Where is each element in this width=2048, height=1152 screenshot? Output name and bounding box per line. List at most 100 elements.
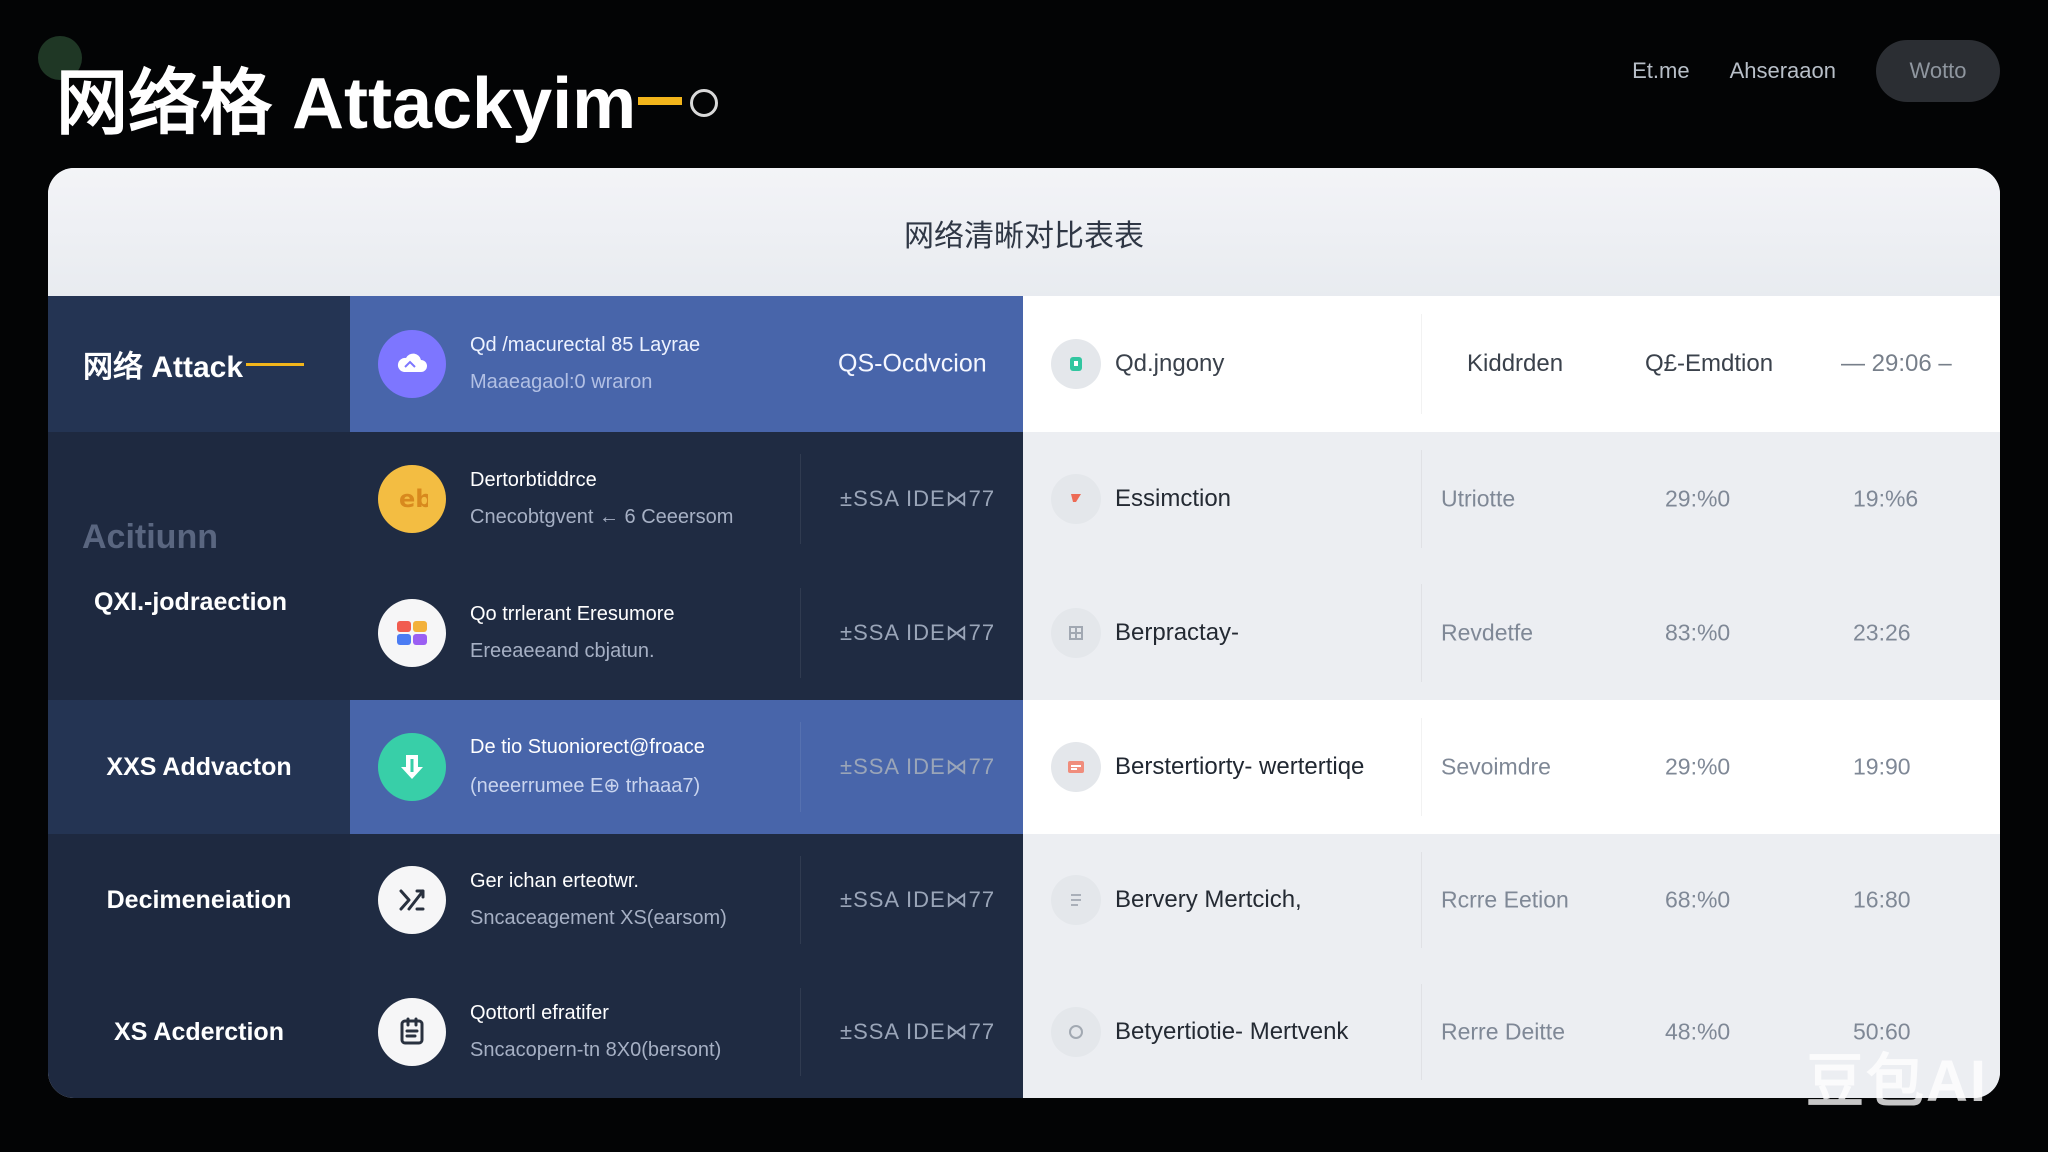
comparison-metric: 48:%0 [1665,1018,1731,1045]
attack-title: Ger ichan erteotwr. [470,870,639,892]
row-category-label: 网络 Attack [48,296,350,432]
comparison-time: — 29:06 – [1841,350,1952,377]
attack-description: Qottortl efratifer Sncacopern-tn 8X0(ber… [470,1002,770,1062]
comparison-time: 16:80 [1853,886,1911,913]
table-row[interactable]: Decimeneiation Ger ichan erteotwr. Sncac… [48,834,2000,966]
comparison-values: Essimction Utriotte 29:%0 19:%6 [1023,432,2000,566]
comparison-detail: Rerre Deitte [1441,1018,1565,1045]
page-title-text: 网络格 Attackyim [56,64,637,144]
attack-info-cell[interactable]: Ger ichan erteotwr. Sncaceagement XS(ear… [350,834,1023,966]
cell-divider [800,454,801,544]
attack-code: ±SSA IDE⋈77 [840,754,996,779]
attack-description: Ger ichan erteotwr. Sncaceagement XS(ear… [470,870,770,930]
nav-item-home[interactable]: Et.me [1632,58,1689,84]
comparison-metric: 68:%0 [1665,886,1731,913]
attack-code: ±SSA IDE⋈77 [840,1019,996,1044]
eb-icon: eb [378,465,446,533]
comparison-values: Berpractay- Revdetfe 83:%0 23:26 [1023,566,2000,700]
circle-icon [1051,1007,1101,1057]
comparison-detail: Rcrre Eetion [1441,886,1569,913]
green-status-icon [1051,339,1101,389]
attack-subtitle: Sncaceagement XS(earsom) [470,907,727,929]
attack-title: Qottortl efratifer [470,1002,609,1024]
table-icon [1051,608,1101,658]
row-category-label: XS Acderction [48,966,350,1098]
comparison-detail: Revdetfe [1441,619,1534,646]
column-divider [1421,984,1422,1080]
attack-info-cell[interactable]: Qottortl efratifer Sncacopern-tn 8X0(ber… [350,966,1023,1098]
column-divider [1421,852,1422,948]
row-category-text: XXS Addvacton [106,752,292,781]
comparison-metric: Q£-Emdtion [1645,350,1774,377]
attack-info-cell[interactable]: Qo trrlerant Eresumore Ereeaeeand cbjatu… [350,566,1023,700]
comparison-card: 网络清晰对比表表 网络 Attack Qd /macurectal 85 Lay… [48,168,2000,1098]
watermark-text: 豆包AI [1805,1049,1988,1114]
title-ring-icon [690,88,719,117]
attack-code: ±SSA IDE⋈77 [840,486,996,511]
nav-button-work[interactable]: Wotto [1876,40,2000,102]
attack-description: Dertorbtiddrce Cnecobtgvent ← 6 Ceeersom [470,469,770,529]
column-divider [1421,584,1422,682]
red-flag-icon [1051,474,1101,524]
table-row[interactable]: XS Acderction Qottortl efratifer Sncacop… [48,966,2000,1098]
document-icon [378,998,446,1066]
app-window: 网络格 Attackyim Et.me Ahseraaon Wotto 网络清晰… [0,0,2048,1152]
comparison-time: 19:%6 [1853,485,1919,512]
attack-description: Qd /macurectal 85 Layrae Maaeagaol:0 wra… [470,334,770,394]
comparison-values: Qd.jngony Kiddrden Q£-Emdtion — 29:06 – [1023,296,2000,432]
comparison-title: Berstertiorty- wertertiqe [1115,753,1365,780]
attack-title: Qo trrlerant Eresumore [470,603,675,625]
cell-divider [800,988,801,1076]
comparison-values: Berstertiorty- wertertiqe Sevoimdre 29:%… [1023,700,2000,834]
nav-item-about[interactable]: Ahseraaon [1730,58,1836,84]
attack-title: Qd /macurectal 85 Layrae [470,334,701,356]
page-title: 网络格 Attackyim [56,44,719,149]
grid-icon [378,599,446,667]
comparison-time: 19:90 [1853,753,1911,780]
row-category-label: XXS Addvacton [48,700,350,834]
comparison-title: Qd.jngony [1115,350,1225,377]
column-divider [1421,314,1422,414]
attack-subtitle: (neeerrumee E⊕ trhaaa7) [470,775,701,797]
comparison-metric: 29:%0 [1665,753,1731,780]
cell-divider [800,588,801,678]
comparison-title: Bervery Mertcich, [1115,886,1302,913]
comparison-title: Essimction [1115,485,1232,512]
attack-info-cell[interactable]: De tio Stuoniorect@froace (neeerrumee E⊕… [350,700,1023,834]
table-row[interactable]: 网络 Attack Qd /macurectal 85 Layrae Maaea… [48,296,2000,432]
merged-category-faint: Acitiunn [82,518,218,556]
attack-code: ±SSA IDE⋈77 [840,620,996,645]
attack-info-cell[interactable]: Qd /macurectal 85 Layrae Maaeagaol:0 wra… [350,296,1023,432]
row-category-text: Decimeneiation [106,885,292,914]
attack-title: Dertorbtiddrce [470,469,597,491]
row-category-text: XS Acderction [114,1017,284,1046]
download-icon [378,733,446,801]
table-row[interactable]: XXS Addvacton De tio Stuoniorect@froace … [48,700,2000,834]
attack-description: De tio Stuoniorect@froace (neeerrumee E⊕… [470,736,770,798]
column-divider [1421,450,1422,548]
row-category-label: Decimeneiation [48,834,350,966]
cell-divider [800,722,801,812]
comparison-metric: 83:%0 [1665,619,1731,646]
comparison-detail: Sevoimdre [1441,753,1551,780]
cell-divider [800,856,801,944]
attack-subtitle: Ereeaeeand cbjatun. [470,640,655,662]
attack-title: De tio Stuoniorect@froace [470,736,705,758]
card-header: 网络清晰对比表表 [48,168,2000,298]
attack-code: QS-Ocdvcion [838,349,987,378]
merged-category-cell[interactable]: Acitiunn QXI.-jodraection [48,432,350,700]
top-navigation: Et.me Ahseraaon Wotto [1632,40,2000,102]
card-icon [1051,742,1101,792]
column-divider [1421,718,1422,816]
attack-subtitle: Cnecobtgvent ← 6 Ceeersom [470,506,734,528]
card-title: 网络清晰对比表表 [904,220,1144,253]
comparison-time: 23:26 [1853,619,1911,646]
comparison-title: Betyertiotie- Mertvenk [1115,1018,1349,1045]
comparison-values: Bervery Mertcich, Rcrre Eetion 68:%0 16:… [1023,834,2000,966]
shuffle-icon [378,866,446,934]
attack-code: ±SSA IDE⋈77 [840,887,996,912]
attack-info-cell[interactable]: eb Dertorbtiddrce Cnecobtgvent ← 6 Ceeer… [350,432,1023,566]
comparison-metric: 29:%0 [1665,485,1731,512]
attack-description: Qo trrlerant Eresumore Ereeaeeand cbjatu… [470,603,770,663]
svg-text:eb: eb [399,486,428,512]
